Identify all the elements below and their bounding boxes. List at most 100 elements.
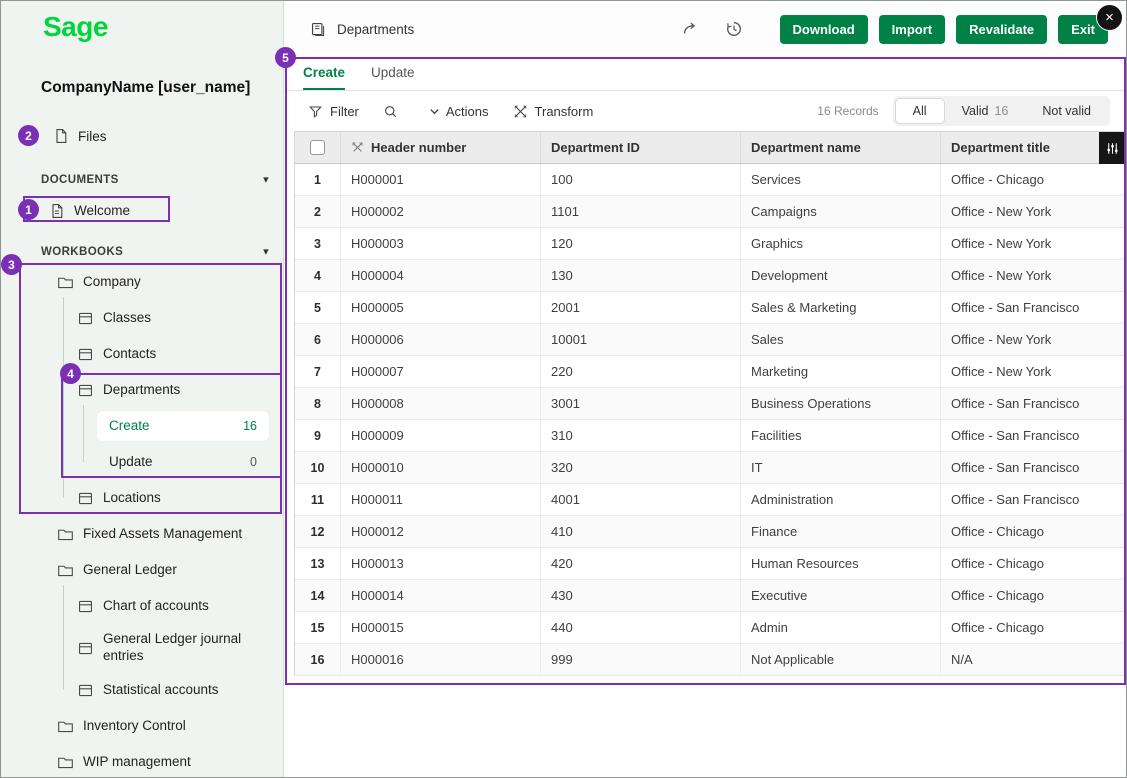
cell-department-title[interactable]: N/A xyxy=(941,644,1126,675)
search-button[interactable] xyxy=(383,104,405,119)
row-number-cell[interactable]: 13 xyxy=(295,548,341,579)
row-number-cell[interactable]: 2 xyxy=(295,196,341,227)
cell-header-number[interactable]: H000007 xyxy=(341,356,541,387)
segment-all[interactable]: All xyxy=(895,98,945,124)
cell-department-id[interactable]: 220 xyxy=(541,356,741,387)
cell-department-id[interactable]: 410 xyxy=(541,516,741,547)
tab-create[interactable]: Create xyxy=(303,57,345,90)
chevron-down-icon[interactable]: ▾ xyxy=(263,245,269,258)
table-row[interactable]: 6H00000610001SalesOffice - New York xyxy=(295,324,1126,356)
table-row[interactable]: 11H0000114001AdministrationOffice - San … xyxy=(295,484,1126,516)
cell-department-title[interactable]: Office - San Francisco xyxy=(941,452,1126,483)
cell-department-name[interactable]: Human Resources xyxy=(741,548,941,579)
cell-department-id[interactable]: 430 xyxy=(541,580,741,611)
cell-department-id[interactable]: 3001 xyxy=(541,388,741,419)
cell-department-title[interactable]: Office - New York xyxy=(941,260,1126,291)
cell-department-name[interactable]: Finance xyxy=(741,516,941,547)
table-row[interactable]: 7H000007220MarketingOffice - New York xyxy=(295,356,1126,388)
cell-department-title[interactable]: Office - Chicago xyxy=(941,516,1126,547)
cell-department-title[interactable]: Office - San Francisco xyxy=(941,292,1126,323)
cell-header-number[interactable]: H000016 xyxy=(341,644,541,675)
row-number-cell[interactable]: 15 xyxy=(295,612,341,643)
close-button[interactable]: × xyxy=(1096,4,1123,31)
cell-header-number[interactable]: H000009 xyxy=(341,420,541,451)
cell-department-title[interactable]: Office - New York xyxy=(941,324,1126,355)
row-number-cell[interactable]: 9 xyxy=(295,420,341,451)
cell-department-name[interactable]: Graphics xyxy=(741,228,941,259)
cell-department-name[interactable]: Not Applicable xyxy=(741,644,941,675)
table-row[interactable]: 15H000015440AdminOffice - Chicago xyxy=(295,612,1126,644)
cell-header-number[interactable]: H000002 xyxy=(341,196,541,227)
cell-header-number[interactable]: H000005 xyxy=(341,292,541,323)
cell-department-name[interactable]: Admin xyxy=(741,612,941,643)
column-settings-button[interactable] xyxy=(1099,132,1126,164)
table-row[interactable]: 5H0000052001Sales & MarketingOffice - Sa… xyxy=(295,292,1126,324)
tree-item-classes[interactable]: Classes xyxy=(1,300,283,336)
cell-department-name[interactable]: Executive xyxy=(741,580,941,611)
download-button[interactable]: Download xyxy=(780,15,868,44)
cell-department-name[interactable]: Business Operations xyxy=(741,388,941,419)
sidebar-item-files[interactable]: Files xyxy=(53,123,107,149)
table-row[interactable]: 12H000012410FinanceOffice - Chicago xyxy=(295,516,1126,548)
chevron-down-icon[interactable]: ▾ xyxy=(263,173,269,186)
row-number-cell[interactable]: 12 xyxy=(295,516,341,547)
tree-item-wip-management[interactable]: WIP management xyxy=(1,744,283,778)
actions-dropdown[interactable]: Actions xyxy=(429,104,489,119)
segment-not-valid[interactable]: Not valid xyxy=(1025,98,1108,124)
table-row[interactable]: 9H000009310FacilitiesOffice - San Franci… xyxy=(295,420,1126,452)
cell-header-number[interactable]: H000004 xyxy=(341,260,541,291)
cell-department-title[interactable]: Office - San Francisco xyxy=(941,484,1126,515)
filter-button[interactable]: Filter xyxy=(308,104,359,119)
cell-department-name[interactable]: Marketing xyxy=(741,356,941,387)
table-row[interactable]: 3H000003120GraphicsOffice - New York xyxy=(295,228,1126,260)
table-row[interactable]: 10H000010320ITOffice - San Francisco xyxy=(295,452,1126,484)
segment-valid[interactable]: Valid 16 xyxy=(945,98,1026,124)
tree-item-locations[interactable]: Locations xyxy=(1,480,283,516)
tree-item-chart-of-accounts[interactable]: Chart of accounts xyxy=(1,588,283,624)
cell-header-number[interactable]: H000006 xyxy=(341,324,541,355)
row-number-cell[interactable]: 3 xyxy=(295,228,341,259)
cell-department-id[interactable]: 10001 xyxy=(541,324,741,355)
history-icon[interactable] xyxy=(725,20,743,38)
row-number-cell[interactable]: 7 xyxy=(295,356,341,387)
cell-department-name[interactable]: Administration xyxy=(741,484,941,515)
cell-department-name[interactable]: Campaigns xyxy=(741,196,941,227)
row-number-cell[interactable]: 6 xyxy=(295,324,341,355)
tree-item-statistical-accounts[interactable]: Statistical accounts xyxy=(1,672,283,708)
cell-header-number[interactable]: H000008 xyxy=(341,388,541,419)
cell-department-id[interactable]: 310 xyxy=(541,420,741,451)
tree-item-company[interactable]: Company xyxy=(1,264,283,300)
cell-department-title[interactable]: Office - New York xyxy=(941,356,1126,387)
cell-header-number[interactable]: H000014 xyxy=(341,580,541,611)
row-number-cell[interactable]: 8 xyxy=(295,388,341,419)
row-number-cell[interactable]: 5 xyxy=(295,292,341,323)
cell-department-id[interactable]: 420 xyxy=(541,548,741,579)
table-row[interactable]: 16H000016999Not ApplicableN/A xyxy=(295,644,1126,676)
row-number-cell[interactable]: 14 xyxy=(295,580,341,611)
table-row[interactable]: 13H000013420Human ResourcesOffice - Chic… xyxy=(295,548,1126,580)
table-row[interactable]: 14H000014430ExecutiveOffice - Chicago xyxy=(295,580,1126,612)
workbooks-section-header[interactable]: WORKBOOKS ▾ xyxy=(41,245,269,258)
row-number-cell[interactable]: 16 xyxy=(295,644,341,675)
share-icon[interactable] xyxy=(681,20,699,38)
column-header-header-number[interactable]: Header number xyxy=(341,132,541,163)
tree-item-general-ledger[interactable]: General Ledger xyxy=(1,552,283,588)
cell-department-id[interactable]: 320 xyxy=(541,452,741,483)
cell-department-title[interactable]: Office - San Francisco xyxy=(941,420,1126,451)
cell-department-title[interactable]: Office - Chicago xyxy=(941,612,1126,643)
cell-department-id[interactable]: 130 xyxy=(541,260,741,291)
cell-header-number[interactable]: H000010 xyxy=(341,452,541,483)
cell-header-number[interactable]: H000012 xyxy=(341,516,541,547)
cell-header-number[interactable]: H000003 xyxy=(341,228,541,259)
cell-header-number[interactable]: H000011 xyxy=(341,484,541,515)
import-button[interactable]: Import xyxy=(879,15,945,44)
tree-item-fixed-assets-management[interactable]: Fixed Assets Management xyxy=(1,516,283,552)
cell-department-name[interactable]: Facilities xyxy=(741,420,941,451)
cell-department-id[interactable]: 120 xyxy=(541,228,741,259)
tree-item-inventory-control[interactable]: Inventory Control xyxy=(1,708,283,744)
transform-button[interactable]: Transform xyxy=(513,104,594,119)
cell-department-title[interactable]: Office - Chicago xyxy=(941,548,1126,579)
cell-department-id[interactable]: 2001 xyxy=(541,292,741,323)
cell-department-title[interactable]: Office - San Francisco xyxy=(941,388,1126,419)
cell-department-title[interactable]: Office - New York xyxy=(941,196,1126,227)
